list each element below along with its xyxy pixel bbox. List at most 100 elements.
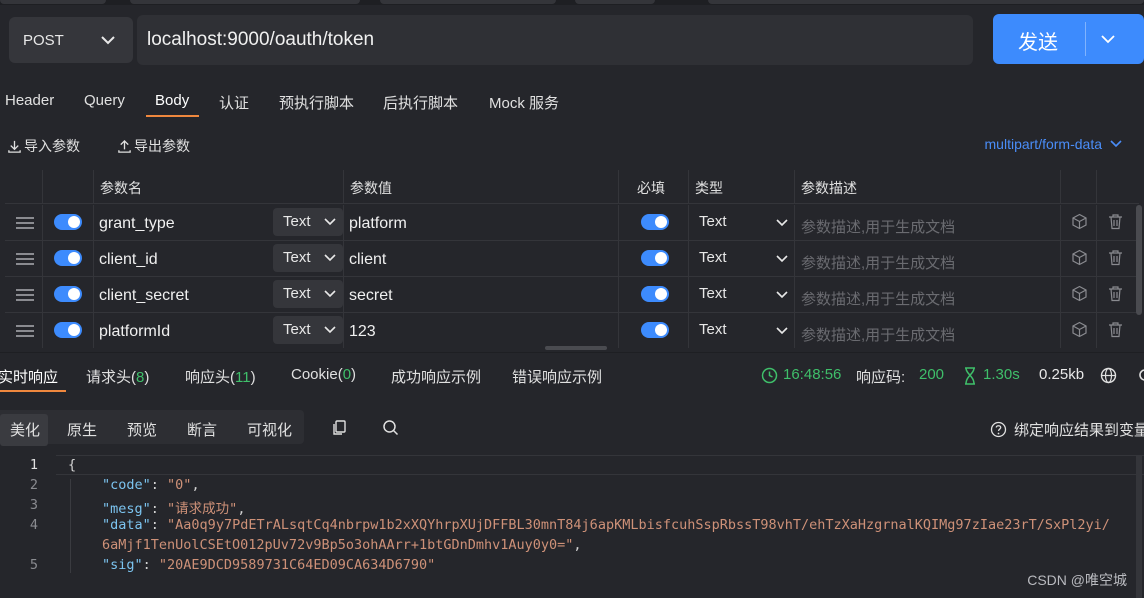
content-type-select[interactable]: multipart/form-data	[985, 136, 1123, 152]
top-tab-stub[interactable]	[575, 0, 655, 4]
trash-icon[interactable]	[1107, 213, 1124, 230]
url-input[interactable]: localhost:9000/oauth/token	[137, 15, 973, 65]
tab-header[interactable]: Header	[5, 92, 54, 109]
trash-icon[interactable]	[1107, 321, 1124, 338]
field-type-select[interactable]: Text	[699, 285, 727, 302]
response-tabs: 实时响应 请求头(8) 响应头(11) Cookie(0) 成功响应示例 错误响…	[0, 352, 1144, 392]
editor-scrollbar[interactable]	[1136, 455, 1142, 598]
tab-request-headers[interactable]: 请求头(8)	[86, 366, 149, 387]
header-cell	[1061, 170, 1097, 203]
enable-toggle[interactable]	[54, 250, 82, 266]
tab-body[interactable]: Body	[155, 92, 189, 109]
param-value-input[interactable]: secret	[349, 287, 393, 305]
tab-error-example[interactable]: 错误响应示例	[512, 366, 602, 387]
drag-handle-icon[interactable]	[16, 325, 34, 337]
field-type-select[interactable]: Text	[699, 321, 727, 338]
json-value: "请求成功"	[167, 501, 238, 517]
required-toggle[interactable]	[641, 214, 669, 230]
copy-icon[interactable]	[331, 419, 348, 436]
drag-handle-icon[interactable]	[16, 253, 34, 265]
param-desc-input[interactable]: 参数描述,用于生成文档	[801, 288, 955, 309]
tab-cookie[interactable]: Cookie(0)	[291, 366, 356, 383]
view-preview[interactable]: 预览	[127, 419, 157, 440]
response-code-editor[interactable]: 1 2 3 4 5 { "code": "0", "mesg": "请求成功",…	[0, 455, 1144, 598]
view-visualize[interactable]: 可视化	[247, 419, 292, 440]
import-label: 导入参数	[24, 138, 80, 154]
resize-handle[interactable]	[545, 346, 607, 350]
current-line-highlight	[56, 455, 1144, 475]
url-value: localhost:9000/oauth/token	[147, 29, 375, 50]
header-cell: 参数名	[94, 170, 344, 203]
send-divider	[1085, 22, 1086, 56]
enable-toggle[interactable]	[54, 214, 82, 230]
view-raw[interactable]: 原生	[67, 419, 97, 440]
export-params-button[interactable]: 导出参数	[117, 136, 190, 156]
param-name-input[interactable]: client_secret	[99, 287, 189, 305]
tab-response-headers[interactable]: 响应头(11)	[185, 366, 256, 387]
bind-response-button[interactable]: 绑定响应结果到变量	[990, 419, 1144, 440]
param-desc-input[interactable]: 参数描述,用于生成文档	[801, 252, 955, 273]
trash-icon[interactable]	[1107, 249, 1124, 266]
param-name-input[interactable]: platformId	[99, 323, 170, 341]
code-token: {	[68, 457, 77, 473]
required-cell	[619, 313, 689, 348]
param-value-input[interactable]: platform	[349, 215, 407, 233]
code-line: 6aMjf1TenUolCSEtO012pUv72v9Bp5o3ohAArr+1…	[102, 537, 582, 553]
tab-post-script[interactable]: 后执行脚本	[383, 92, 458, 113]
top-tab-stub[interactable]	[708, 0, 1144, 4]
value-type-select[interactable]: Text	[273, 316, 343, 344]
params-scrollbar[interactable]	[1136, 205, 1142, 315]
top-tab-stub[interactable]	[0, 0, 106, 4]
required-toggle[interactable]	[641, 322, 669, 338]
tab-auth[interactable]: 认证	[219, 92, 249, 113]
help-icon	[990, 421, 1007, 438]
import-params-button[interactable]: 导入参数	[7, 136, 80, 156]
param-desc-input[interactable]: 参数描述,用于生成文档	[801, 216, 955, 237]
required-toggle[interactable]	[641, 286, 669, 302]
response-size: 0.25kb	[1039, 366, 1085, 383]
cube-icon[interactable]	[1071, 321, 1088, 338]
cube-icon[interactable]	[1071, 249, 1088, 266]
tab-success-example[interactable]: 成功响应示例	[391, 366, 481, 387]
code-line: "mesg": "请求成功",	[102, 501, 246, 517]
value-type-select[interactable]: Text	[273, 280, 343, 308]
drag-handle-icon[interactable]	[16, 289, 34, 301]
header-cell	[5, 170, 43, 203]
param-value-input[interactable]: 123	[349, 323, 376, 341]
tab-query[interactable]: Query	[84, 92, 125, 109]
content-type-value: multipart/form-data	[984, 136, 1102, 152]
field-type-select[interactable]: Text	[699, 213, 727, 230]
top-tab-stub[interactable]	[380, 0, 556, 4]
required-toggle[interactable]	[641, 250, 669, 266]
method-select[interactable]: POST	[9, 17, 133, 63]
settings-icon[interactable]	[1138, 368, 1144, 382]
enable-toggle[interactable]	[54, 322, 82, 338]
drag-handle-icon[interactable]	[16, 217, 34, 229]
search-icon[interactable]	[382, 419, 399, 436]
view-pretty[interactable]: 美化	[0, 414, 49, 446]
tab-mock[interactable]: Mock 服务	[489, 92, 559, 113]
param-name-input[interactable]: client_id	[99, 251, 158, 269]
globe-icon[interactable]	[1100, 367, 1117, 384]
param-desc-input[interactable]: 参数描述,用于生成文档	[801, 324, 955, 345]
param-value-input[interactable]: client	[349, 251, 386, 269]
field-type-select[interactable]: Text	[699, 249, 727, 266]
value-type-select[interactable]: Text	[273, 244, 343, 272]
code-line: "data": "Aa0q9y7PdETrALsqtCq4nbrpw1b2xXQ…	[102, 517, 1110, 533]
tab-realtime-response[interactable]: 实时响应	[0, 366, 58, 387]
tab-pre-script[interactable]: 预执行脚本	[279, 92, 354, 113]
top-tab-stub[interactable]	[130, 0, 360, 4]
params-table: 参数名 参数值 必填 类型 参数描述 grant_type Text platfor…	[5, 170, 1139, 348]
chevron-down-icon	[776, 291, 788, 299]
view-assert[interactable]: 断言	[187, 419, 217, 440]
send-button[interactable]: 发送	[993, 14, 1144, 64]
enable-toggle[interactable]	[54, 286, 82, 302]
trash-icon[interactable]	[1107, 285, 1124, 302]
line-number: 1	[29, 457, 38, 473]
param-name-input[interactable]: grant_type	[99, 215, 175, 233]
cube-icon[interactable]	[1071, 285, 1088, 302]
cube-icon[interactable]	[1071, 213, 1088, 230]
chevron-down-icon[interactable]	[1099, 30, 1117, 48]
value-type-select[interactable]: Text	[273, 208, 343, 236]
required-cell	[619, 205, 689, 240]
